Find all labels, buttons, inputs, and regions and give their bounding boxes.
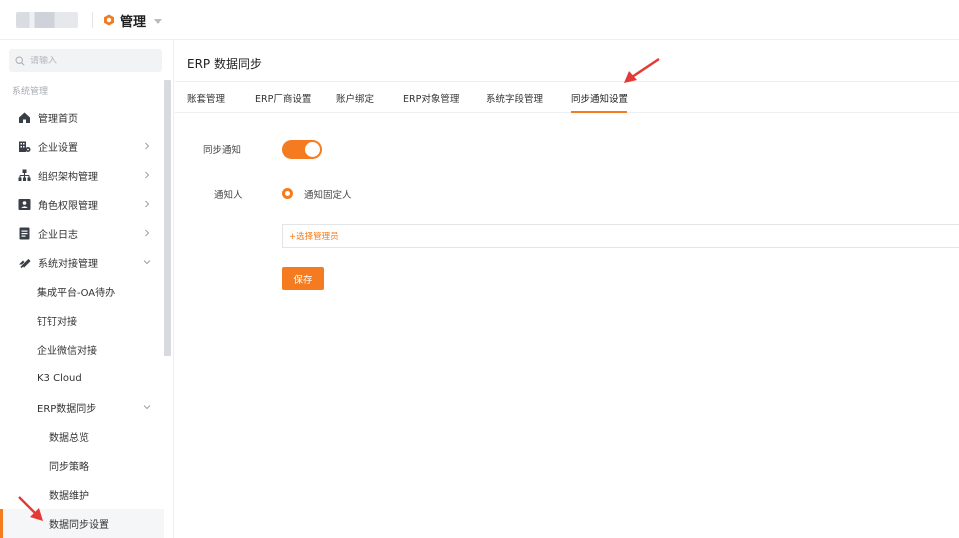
app-switcher[interactable]: 管理 xyxy=(103,10,163,30)
sidebar-item-label: K3 Cloud xyxy=(37,373,82,384)
sidebar-item-label: 同步策略 xyxy=(49,462,89,473)
sidebar: 系统管理 管理首页 企业设置 组织架构管理 xyxy=(0,40,174,538)
company-logo xyxy=(16,12,78,28)
log-icon xyxy=(19,227,30,240)
toggle-knob xyxy=(305,142,320,157)
chevron-down-icon xyxy=(143,405,151,410)
building-icon xyxy=(19,141,31,152)
active-tab-indicator xyxy=(571,111,627,113)
sidebar-item-label: 企业设置 xyxy=(38,143,78,154)
sidebar-item-label: 钉钉对接 xyxy=(37,317,77,328)
link-icon xyxy=(19,258,31,269)
sidebar-item-k3-cloud[interactable]: K3 Cloud xyxy=(0,364,164,393)
sidebar-item-dingtalk[interactable]: 钉钉对接 xyxy=(0,306,164,335)
header-divider xyxy=(92,12,93,28)
chevron-down-icon xyxy=(143,260,151,265)
notify-fixed-person-label: 通知固定人 xyxy=(304,190,352,201)
sidebar-item-enterprise-settings[interactable]: 企业设置 xyxy=(0,132,164,161)
caret-down-icon[interactable] xyxy=(154,18,163,24)
chevron-right-icon xyxy=(145,142,150,150)
chevron-right-icon xyxy=(145,171,150,179)
search-icon xyxy=(15,55,25,66)
sidebar-nav: 管理首页 企业设置 组织架构管理 角色权限管理 企业日志 系统对接管理 集成平台… xyxy=(0,103,164,538)
sidebar-item-wecom[interactable]: 企业微信对接 xyxy=(0,335,164,364)
save-button[interactable]: 保存 xyxy=(282,267,324,290)
annotation-arrow-icon xyxy=(18,496,43,521)
sidebar-item-label: 集成平台-OA待办 xyxy=(37,288,116,299)
sidebar-search[interactable] xyxy=(9,49,162,72)
search-input[interactable] xyxy=(30,55,150,66)
notify-person-label: 通知人 xyxy=(214,190,243,201)
chevron-right-icon xyxy=(145,200,150,208)
annotation-arrow-icon xyxy=(624,58,660,83)
id-card-icon xyxy=(18,199,31,210)
orange-hexagon-icon xyxy=(104,14,114,26)
sidebar-item-org-structure[interactable]: 组织架构管理 xyxy=(0,161,164,190)
tab-bar: 账套管理 ERP厂商设置 账户绑定 ERP对象管理 系统字段管理 同步通知设置 xyxy=(175,81,959,113)
sidebar-item-home[interactable]: 管理首页 xyxy=(0,103,164,132)
tab-account-sets[interactable]: 账套管理 xyxy=(187,91,225,105)
main-content: ERP 数据同步 账套管理 ERP厂商设置 账户绑定 ERP对象管理 系统字段管… xyxy=(175,40,959,538)
sidebar-item-erp-sync[interactable]: ERP数据同步 xyxy=(0,393,164,422)
sidebar-item-label: 角色权限管理 xyxy=(38,201,98,212)
sidebar-item-data-overview[interactable]: 数据总览 xyxy=(0,422,164,451)
sync-notify-label: 同步通知 xyxy=(203,145,242,156)
sidebar-item-sync-strategy[interactable]: 同步策略 xyxy=(0,451,164,480)
tab-account-binding[interactable]: 账户绑定 xyxy=(336,91,374,105)
select-admin-link[interactable]: +选择管理员 xyxy=(289,230,339,242)
tab-erp-object-management[interactable]: ERP对象管理 xyxy=(403,91,459,105)
sidebar-item-role-permissions[interactable]: 角色权限管理 xyxy=(0,190,164,219)
sidebar-item-label: 系统对接管理 xyxy=(38,259,98,270)
sidebar-item-label: 企业微信对接 xyxy=(37,346,97,357)
sidebar-item-enterprise-log[interactable]: 企业日志 xyxy=(0,219,164,248)
home-icon xyxy=(19,112,30,123)
sidebar-item-label: 企业日志 xyxy=(38,230,78,241)
top-bar: 管理 xyxy=(0,0,959,40)
sidebar-item-label: 管理首页 xyxy=(38,114,78,125)
section-label: 系统管理 xyxy=(12,87,49,97)
sidebar-item-label: 数据维护 xyxy=(49,491,89,502)
tab-system-field-management[interactable]: 系统字段管理 xyxy=(486,91,543,105)
sidebar-item-label: 组织架构管理 xyxy=(38,172,98,183)
sidebar-item-system-integration[interactable]: 系统对接管理 xyxy=(0,248,164,277)
sidebar-scrollbar[interactable] xyxy=(164,80,171,356)
page-title: ERP 数据同步 xyxy=(187,57,262,71)
sidebar-item-label: 数据同步设置 xyxy=(49,520,109,531)
sidebar-item-label: ERP数据同步 xyxy=(37,404,97,415)
chevron-right-icon xyxy=(145,229,150,237)
notify-fixed-person-radio[interactable] xyxy=(282,188,293,199)
sidebar-item-label: 数据总览 xyxy=(49,433,89,444)
app-title: 管理 xyxy=(120,14,147,30)
tab-erp-vendor-settings[interactable]: ERP厂商设置 xyxy=(255,91,311,105)
tab-sync-notification-settings[interactable]: 同步通知设置 xyxy=(571,91,628,105)
org-chart-icon xyxy=(18,169,31,181)
select-admin-field[interactable]: +选择管理员 xyxy=(282,224,959,248)
sync-notify-toggle[interactable] xyxy=(282,140,322,159)
sidebar-item-oa-todo[interactable]: 集成平台-OA待办 xyxy=(0,277,164,306)
